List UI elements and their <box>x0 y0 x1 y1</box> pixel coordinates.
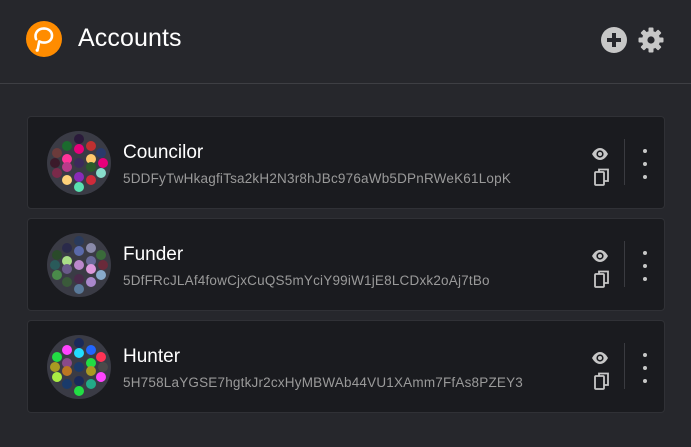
polkadot-logo-icon <box>26 21 62 57</box>
divider <box>624 139 625 185</box>
identicon-dot <box>62 345 72 355</box>
identicon-dot <box>86 162 96 172</box>
identicon-dot <box>74 246 84 256</box>
identicon-dot <box>62 379 72 389</box>
identicon-dot <box>62 264 72 274</box>
identicon-dot <box>74 348 84 358</box>
account-card: Hunter 5H758LaYGSE7hgtkJr2cxHyMBWAb44VU1… <box>27 320 665 413</box>
account-card: Councilor 5DDFyTwHkagfiTsa2kH2N3r8hJBc97… <box>27 116 665 209</box>
identicon-dot <box>96 250 106 260</box>
identicon-dot <box>50 362 60 372</box>
account-name: Councilor <box>123 142 204 163</box>
identicon-dot <box>74 338 84 348</box>
identicon-dot <box>62 243 72 253</box>
identicon-dot <box>96 352 106 362</box>
identicon-dot <box>98 260 108 270</box>
identicon-dot <box>86 379 96 389</box>
eye-icon[interactable] <box>591 351 609 365</box>
identicon-dot <box>74 236 84 246</box>
identicon-dot <box>52 270 62 280</box>
identicon-dot <box>74 376 84 386</box>
account-name: Hunter <box>123 346 181 367</box>
identicon-dot <box>74 260 84 270</box>
copy-icon[interactable] <box>594 372 609 390</box>
identicon-dot <box>86 243 96 253</box>
account-address: 5H758LaYGSE7hgtkJr2cxHyMBWAb44VU1XAmm7Ff… <box>123 375 524 390</box>
account-list: Councilor 5DDFyTwHkagfiTsa2kH2N3r8hJBc97… <box>27 116 665 422</box>
header: Accounts <box>0 0 691 84</box>
identicon-dot <box>52 168 62 178</box>
identicon-dot <box>96 270 106 280</box>
copy-icon[interactable] <box>594 270 609 288</box>
identicon-dot <box>74 274 84 284</box>
identicon-dot <box>74 172 84 182</box>
account-card: Funder 5DfFRcJLAf4fowCjxCuQS5mYciY99iW1j… <box>27 218 665 311</box>
identicon-dot <box>86 264 96 274</box>
identicon-dot <box>86 366 96 376</box>
account-address: 5DDFyTwHkagfiTsa2kH2N3r8hJBc976aWb5DPnRW… <box>123 171 512 186</box>
identicon-dot <box>98 158 108 168</box>
identicon-dot <box>96 372 106 382</box>
more-vertical-icon[interactable] <box>638 147 652 181</box>
identicon-dot <box>96 148 106 158</box>
settings-button[interactable] <box>637 26 665 54</box>
identicon-dot <box>52 372 62 382</box>
more-vertical-icon[interactable] <box>638 351 652 385</box>
identicon[interactable] <box>47 233 111 297</box>
eye-icon[interactable] <box>591 249 609 263</box>
identicon-dot <box>86 141 96 151</box>
identicon-dot <box>86 345 96 355</box>
identicon-dot <box>62 162 72 172</box>
identicon-dot <box>74 144 84 154</box>
identicon-dot <box>74 158 84 168</box>
identicon-dot <box>62 277 72 287</box>
identicon-dot <box>62 141 72 151</box>
divider <box>624 343 625 389</box>
identicon-dot <box>74 362 84 372</box>
identicon-dot <box>62 175 72 185</box>
identicon-dot <box>50 158 60 168</box>
page-title: Accounts <box>78 24 182 52</box>
more-vertical-icon[interactable] <box>638 249 652 283</box>
account-address: 5DfFRcJLAf4fowCjxCuQS5mYciY99iW1jE8LCDxk… <box>123 273 490 288</box>
eye-icon[interactable] <box>591 147 609 161</box>
identicon-dot <box>74 134 84 144</box>
identicon-dot <box>52 148 62 158</box>
divider <box>624 241 625 287</box>
identicon-dot <box>74 386 84 396</box>
identicon-dot <box>62 366 72 376</box>
identicon-dot <box>98 362 108 372</box>
identicon-dot <box>52 250 62 260</box>
identicon-dot <box>74 284 84 294</box>
identicon-dot <box>86 277 96 287</box>
identicon-dot <box>52 352 62 362</box>
identicon[interactable] <box>47 131 111 195</box>
identicon-dot <box>96 168 106 178</box>
add-account-button[interactable] <box>600 26 628 54</box>
identicon[interactable] <box>47 335 111 399</box>
identicon-dot <box>50 260 60 270</box>
copy-icon[interactable] <box>594 168 609 186</box>
account-name: Funder <box>123 244 184 265</box>
identicon-dot <box>74 182 84 192</box>
identicon-dot <box>86 175 96 185</box>
